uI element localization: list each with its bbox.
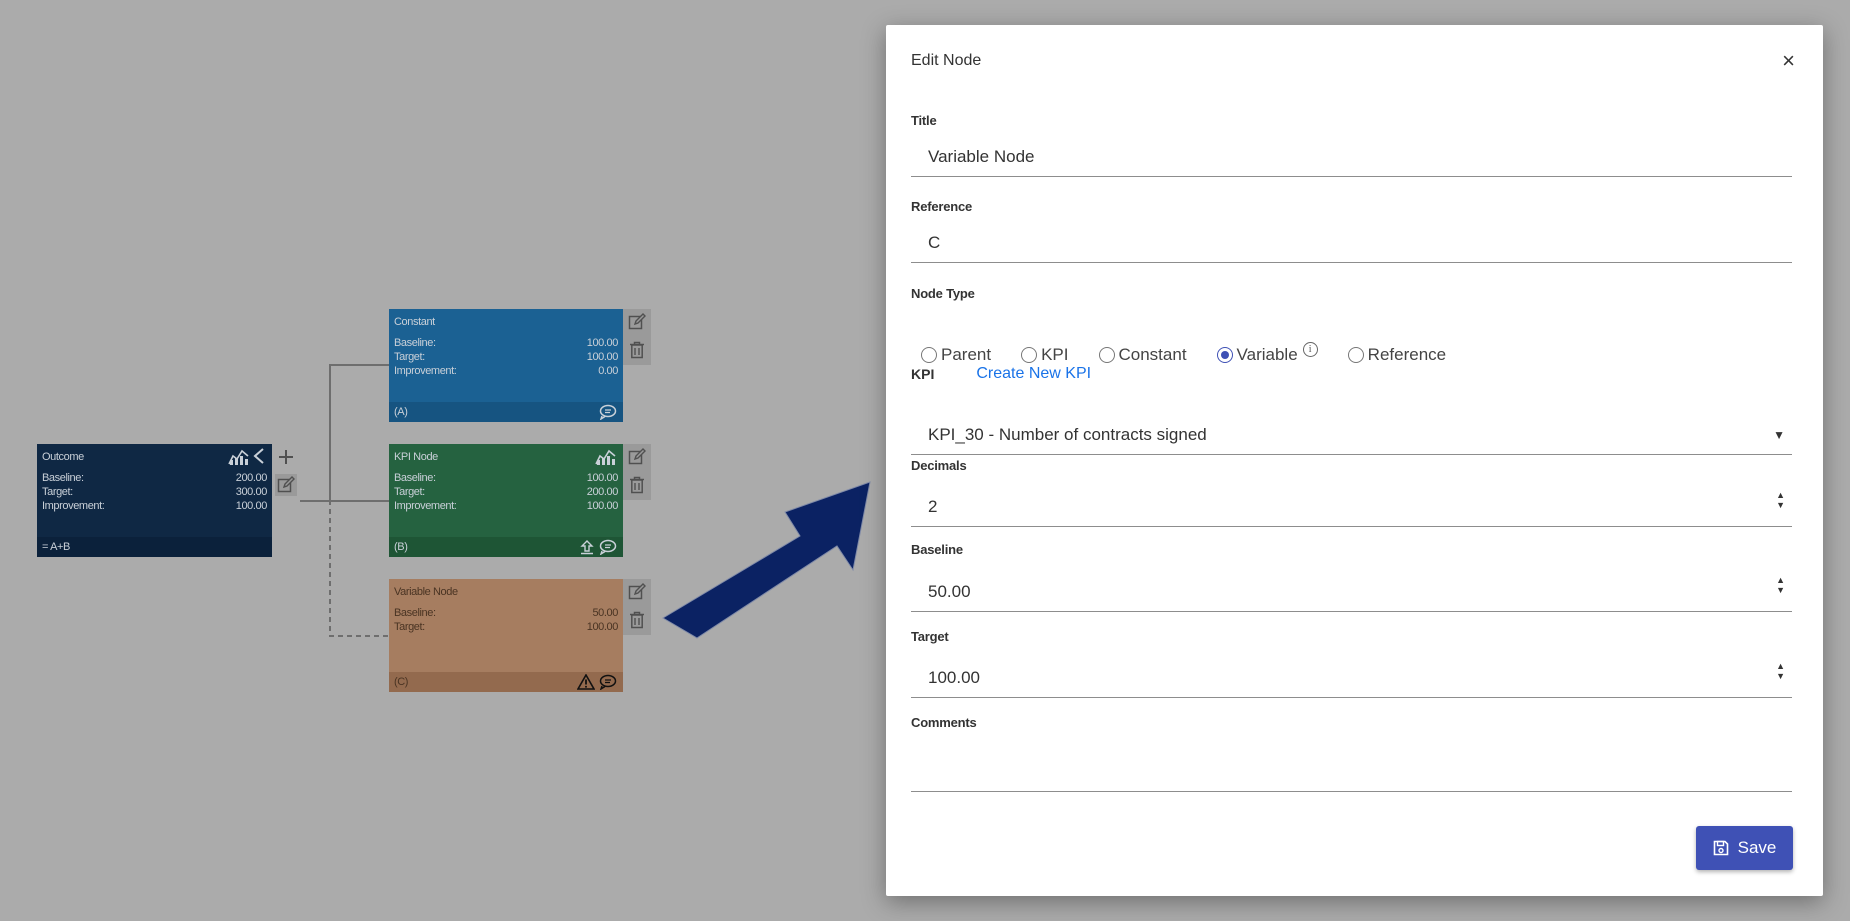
- add-child-button[interactable]: [275, 446, 297, 468]
- node-row: Target: 100.00: [394, 351, 618, 363]
- variable-node[interactable]: Variable Node Baseline: 50.00 Target: 100.…: [389, 579, 623, 692]
- baseline-input[interactable]: [911, 572, 1792, 612]
- kpi-node[interactable]: KPI Node Baseline: 100.00 Target: 200.00 I…: [389, 444, 623, 557]
- kpi-header: KPI Create New KPI: [911, 365, 1091, 383]
- edit-node-dialog: Edit Node × Title Reference Node Type Pa…: [886, 25, 1823, 896]
- delete-node-button[interactable]: [626, 474, 648, 496]
- title-label: Title: [911, 113, 937, 128]
- node-reference: (C): [389, 672, 623, 692]
- baseline-stepper[interactable]: ▲ ▼: [1776, 575, 1785, 595]
- node-row: Improvement: 100.00: [42, 500, 267, 512]
- node-title: Constant: [394, 316, 435, 328]
- step-up-icon[interactable]: ▲: [1776, 490, 1785, 500]
- comment-icon[interactable]: [599, 539, 617, 555]
- comment-icon[interactable]: [599, 674, 617, 690]
- target-label: Target: [911, 629, 949, 644]
- dropdown-caret-icon: ▼: [1773, 427, 1785, 442]
- step-down-icon[interactable]: ▼: [1776, 500, 1785, 510]
- save-label: Save: [1737, 838, 1777, 857]
- outcome-node-actions: [272, 444, 300, 500]
- step-up-icon[interactable]: ▲: [1776, 661, 1785, 671]
- kpi-select[interactable]: KPI_30 - Number of contracts signed ▼: [911, 415, 1792, 455]
- step-up-icon[interactable]: ▲: [1776, 575, 1785, 585]
- edit-icon: [628, 313, 646, 330]
- variable-node-actions: [623, 579, 651, 635]
- node-type-label: Node Type: [911, 286, 975, 301]
- trash-icon: [630, 476, 644, 494]
- node-row: Improvement: 100.00: [394, 500, 618, 512]
- edit-icon: [628, 448, 646, 465]
- connector-line: [329, 364, 331, 502]
- node-row: Baseline: 50.00: [394, 607, 618, 619]
- plus-icon: [279, 450, 293, 464]
- chart-icon[interactable]: [228, 447, 250, 465]
- kpi-select-value: KPI_30 - Number of contracts signed: [928, 424, 1207, 444]
- save-icon: [1713, 840, 1728, 856]
- outcome-node[interactable]: Outcome Baseline: 200.00 Target: 300.00 Im…: [37, 444, 272, 557]
- chart-icon[interactable]: [595, 447, 617, 465]
- radio-kpi[interactable]: KPI: [1021, 345, 1069, 365]
- upload-icon[interactable]: [579, 539, 595, 555]
- node-row: Baseline: 100.00: [394, 472, 618, 484]
- edit-icon: [277, 476, 295, 493]
- reference-label: Reference: [911, 199, 973, 214]
- create-new-kpi-link[interactable]: Create New KPI: [976, 365, 1091, 383]
- radio-reference[interactable]: Reference: [1347, 345, 1446, 365]
- node-type-radio-group: Parent KPI Constant Variable i Reference: [921, 341, 1476, 365]
- dialog-title: Edit Node: [911, 52, 982, 69]
- trash-icon: [630, 611, 644, 629]
- step-down-icon[interactable]: ▼: [1776, 671, 1785, 681]
- constant-node[interactable]: Constant Baseline: 100.00 Target: 100.00 I…: [389, 309, 623, 422]
- delete-node-button[interactable]: [626, 339, 648, 361]
- warning-icon[interactable]: [577, 674, 595, 690]
- edit-node-button[interactable]: [275, 474, 297, 496]
- radio-constant[interactable]: Constant: [1098, 345, 1187, 365]
- target-stepper[interactable]: ▲ ▼: [1776, 661, 1785, 681]
- title-input[interactable]: [911, 137, 1792, 177]
- edit-node-button[interactable]: [626, 311, 648, 333]
- decimals-stepper[interactable]: ▲ ▼: [1776, 490, 1785, 510]
- save-button[interactable]: Save: [1696, 826, 1793, 870]
- node-row: Baseline: 100.00: [394, 337, 618, 349]
- edit-icon: [628, 583, 646, 600]
- collapse-chevron-icon[interactable]: [252, 447, 266, 465]
- connector-dashed-line: [329, 500, 389, 637]
- tree-canvas: Outcome Baseline: 200.00 Target: 300.00 Im…: [0, 0, 880, 921]
- comments-label: Comments: [911, 715, 977, 730]
- node-row: Baseline: 200.00: [42, 472, 267, 484]
- delete-node-button[interactable]: [626, 609, 648, 631]
- info-icon[interactable]: i: [1302, 341, 1318, 357]
- target-input[interactable]: [911, 658, 1792, 698]
- node-title: Variable Node: [394, 586, 458, 598]
- radio-variable[interactable]: Variable i: [1216, 341, 1318, 365]
- baseline-label: Baseline: [911, 542, 963, 557]
- node-row: Target: 300.00: [42, 486, 267, 498]
- node-reference: (B): [389, 537, 623, 557]
- trash-icon: [630, 341, 644, 359]
- step-down-icon[interactable]: ▼: [1776, 585, 1785, 595]
- edit-node-button[interactable]: [626, 446, 648, 468]
- connector-line: [329, 364, 389, 366]
- radio-parent[interactable]: Parent: [921, 345, 991, 365]
- comment-icon[interactable]: [599, 404, 617, 420]
- kpi-node-actions: [623, 444, 651, 500]
- edit-node-button[interactable]: [626, 581, 648, 603]
- connector-line: [300, 500, 330, 502]
- annotation-arrow-icon: [662, 481, 871, 639]
- node-formula: = A+B: [37, 537, 272, 557]
- reference-input[interactable]: [911, 223, 1792, 263]
- node-title: Outcome: [42, 451, 84, 463]
- node-row: Target: 100.00: [394, 621, 618, 633]
- node-row: Target: 200.00: [394, 486, 618, 498]
- constant-node-actions: [623, 309, 651, 365]
- node-row: Improvement: 0.00: [394, 365, 618, 377]
- close-icon[interactable]: ×: [1782, 50, 1795, 72]
- decimals-input[interactable]: [911, 487, 1792, 527]
- comments-input[interactable]: [911, 742, 1792, 792]
- decimals-label: Decimals: [911, 458, 967, 473]
- node-reference: (A): [389, 402, 623, 422]
- kpi-label: KPI: [911, 366, 935, 382]
- node-title: KPI Node: [394, 451, 438, 463]
